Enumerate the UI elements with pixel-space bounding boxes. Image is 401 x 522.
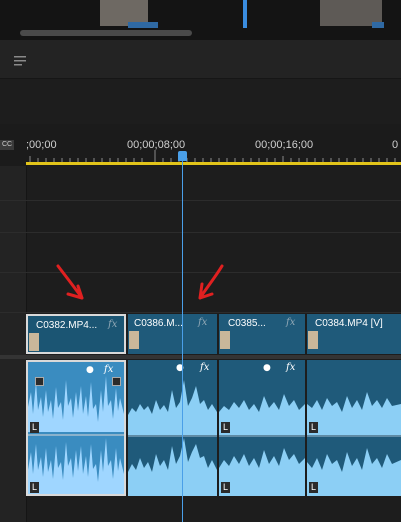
channel-left-label: L (30, 422, 39, 433)
volume-keyframe-icon[interactable] (35, 377, 44, 386)
audio-clip[interactable]: ● fx L L (26, 360, 126, 496)
hamburger-icon[interactable] (14, 52, 26, 66)
annotation-arrow (56, 264, 84, 300)
film-thumbnail-icon (129, 331, 139, 349)
channel-left-label: L (221, 422, 230, 433)
audio-clip[interactable]: ● fx L L (219, 360, 305, 496)
film-thumbnail-icon (308, 331, 318, 349)
clip-name: C0384.MP4 [V] (315, 318, 383, 329)
channel-left-label: L (309, 482, 318, 493)
cc-icon[interactable]: CC (0, 140, 14, 150)
work-area-bar[interactable] (26, 162, 401, 165)
fx-badge[interactable]: fx (104, 364, 113, 375)
channel-left-label: L (30, 482, 39, 493)
film-thumbnail-icon (220, 331, 230, 349)
track-divider (0, 312, 401, 313)
fx-badge[interactable]: fx (286, 362, 295, 373)
clip-name: C0382.MP4... (36, 320, 98, 331)
playhead-marker-top (243, 0, 247, 28)
panel-header (0, 40, 401, 79)
audio-clip[interactable]: L L (307, 360, 401, 496)
clip-name: C0386.M... (134, 318, 183, 329)
film-thumbnail-icon (29, 333, 39, 351)
playhead-line[interactable] (182, 161, 183, 522)
volume-keyframe-icon[interactable] (112, 377, 121, 386)
audio-waveform (307, 392, 401, 496)
track-headers (0, 166, 27, 522)
channel-left-label: L (309, 422, 318, 433)
fx-badge[interactable]: fx (200, 362, 209, 373)
fx-badge[interactable]: fx (198, 317, 207, 328)
clip-name: C0385... (228, 318, 266, 329)
horizontal-scrollbar[interactable] (20, 30, 192, 36)
track-divider (0, 200, 401, 201)
video-clip[interactable]: C0384.MP4 [V] (307, 314, 401, 354)
speaker-icon[interactable]: ● (263, 363, 271, 373)
track-divider (0, 232, 401, 233)
playhead-handle[interactable] (178, 151, 187, 161)
thumbnail-badge (128, 22, 158, 28)
audio-waveform (128, 380, 217, 496)
video-clip[interactable]: C0385... fx (219, 314, 305, 354)
speaker-icon[interactable]: ● (86, 365, 94, 375)
fx-badge[interactable]: fx (286, 317, 295, 328)
audio-waveform (219, 394, 305, 496)
video-audio-divider (0, 355, 401, 359)
video-clip[interactable]: C0386.M... fx (128, 314, 217, 354)
thumbnail-badge (372, 22, 384, 28)
audio-clip[interactable]: ● fx (128, 360, 217, 496)
video-clip[interactable]: C0382.MP4... fx (26, 314, 126, 354)
annotation-arrow (198, 264, 224, 300)
fx-badge[interactable]: fx (108, 319, 117, 330)
channel-left-label: L (221, 482, 230, 493)
